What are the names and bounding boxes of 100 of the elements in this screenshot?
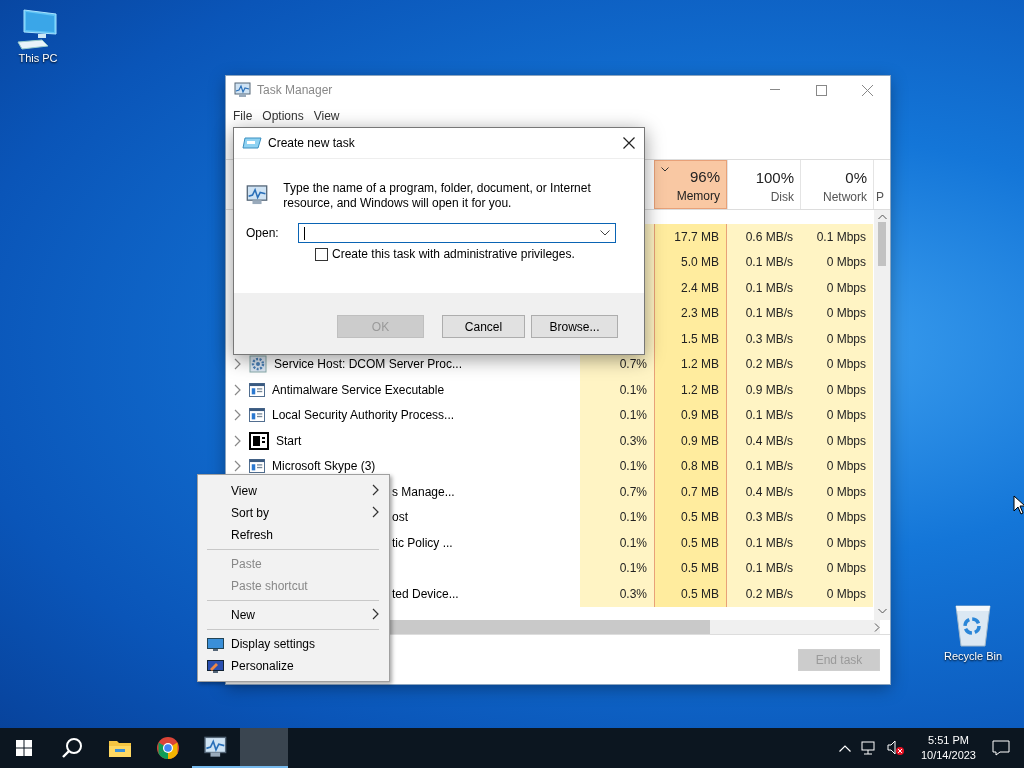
process-name: Antimalware Service Executable — [272, 382, 445, 397]
table-cell: 0 Mbps — [800, 275, 873, 301]
table-cell: 0 Mbps — [800, 453, 873, 479]
table-cell: 0.1% — [580, 402, 654, 428]
column-header[interactable]: P — [873, 160, 890, 209]
table-cell: 0.9 MB — [654, 428, 727, 454]
clock[interactable]: 5:51 PM 10/14/2023 — [920, 733, 976, 763]
chevron-right-icon — [372, 483, 379, 496]
expand-icon — [234, 409, 241, 422]
maximize-icon[interactable] — [815, 84, 827, 96]
table-cell: 2.3 MB — [654, 300, 727, 326]
menu-item[interactable]: View — [308, 109, 345, 123]
chevron-right-icon — [372, 607, 379, 620]
table-cell: 0.5 MB — [654, 581, 727, 607]
desktop-icon-label: Recycle Bin — [943, 650, 1003, 662]
menu-item[interactable]: View — [198, 480, 389, 502]
table-cell: 0 Mbps — [800, 479, 873, 505]
menu-item[interactable]: New — [198, 604, 389, 626]
sort-caret-icon — [661, 167, 669, 172]
table-cell: 1.2 MB — [654, 377, 727, 403]
menu-item[interactable]: Options — [257, 109, 309, 123]
window-icon — [249, 431, 269, 450]
column-header[interactable]: 0% Network — [800, 160, 873, 209]
window-icon — [249, 459, 265, 474]
expand-icon — [234, 383, 241, 396]
menu-item[interactable]: Personalize — [198, 655, 389, 677]
table-cell: 0.1% — [580, 453, 654, 479]
table-cell: 0.3% — [580, 581, 654, 607]
computer-icon[interactable] — [16, 8, 60, 50]
vertical-scrollbar[interactable] — [874, 210, 890, 620]
recycle-bin-icon[interactable] — [953, 602, 993, 648]
table-cell: 0 Mbps — [800, 326, 873, 352]
search-icon — [61, 737, 83, 759]
table-cell: 1.5 MB — [654, 326, 727, 352]
menu-item[interactable]: File — [228, 109, 258, 123]
expand-icon — [234, 434, 241, 447]
table-cell: 0.1% — [580, 377, 654, 403]
table-cell: 0.1 MB/s — [727, 530, 800, 556]
table-cell: 0.1% — [580, 555, 654, 581]
table-cell: 0.1 MB/s — [727, 402, 800, 428]
notification-icon[interactable] — [992, 740, 1010, 756]
table-cell: 0.1% — [580, 504, 654, 530]
table-cell: 0 Mbps — [800, 504, 873, 530]
table-cell: 0.5 MB — [654, 555, 727, 581]
table-cell: 0.9 MB/s — [727, 377, 800, 403]
column-header[interactable]: 96% Memory — [654, 160, 727, 209]
dropdown-icon[interactable] — [600, 230, 610, 236]
table-cell: 0 Mbps — [800, 555, 873, 581]
table-cell: 0 Mbps — [800, 377, 873, 403]
table-cell: 0.4 MB/s — [727, 479, 800, 505]
menu-item[interactable]: Sort by — [198, 502, 389, 524]
table-cell: 0.5 MB — [654, 504, 727, 530]
table-cell: 0.4 MB/s — [727, 428, 800, 454]
table-cell: 0.5 MB — [654, 530, 727, 556]
table-cell: 0.2 MB/s — [727, 351, 800, 377]
expand-icon — [234, 460, 241, 473]
table-cell: 0.3 MB/s — [727, 326, 800, 352]
table-cell: 0.1 Mbps — [800, 224, 873, 250]
table-cell: 0.9 MB — [654, 402, 727, 428]
table-cell: 0 Mbps — [800, 249, 873, 275]
process-name: Local Security Authority Process... — [272, 408, 455, 423]
process-name: s Manage... — [392, 484, 455, 499]
task-manager-icon — [203, 736, 229, 758]
table-cell: 0 Mbps — [800, 351, 873, 377]
menu-item[interactable]: Refresh — [198, 524, 389, 546]
windows-logo-icon — [16, 740, 32, 756]
window-title: Task Manager — [257, 83, 333, 97]
chevron-right-icon — [372, 505, 379, 518]
chevron-up-icon[interactable] — [838, 744, 851, 752]
menu-item[interactable]: Display settings — [198, 633, 389, 655]
run-icon — [242, 136, 262, 150]
scrollbar-thumb[interactable] — [878, 222, 886, 266]
window-icon — [249, 382, 265, 397]
table-cell: 0.3 MB/s — [727, 504, 800, 530]
minimize-icon[interactable] — [770, 89, 780, 91]
window-icon — [249, 408, 265, 423]
table-cell: 0 Mbps — [800, 581, 873, 607]
table-cell: 0 Mbps — [800, 300, 873, 326]
dialog-button[interactable]: Cancel — [442, 315, 525, 338]
table-cell: 0 Mbps — [800, 530, 873, 556]
process-name: tic Policy ... — [392, 535, 453, 550]
checkbox[interactable] — [315, 247, 328, 261]
open-field[interactable] — [298, 223, 616, 243]
table-cell: 0.7% — [580, 479, 654, 505]
speaker-muted-icon[interactable] — [886, 740, 905, 756]
table-cell: 0.7 MB — [654, 479, 727, 505]
dialog-message: Type the name of a program, folder, document, or Internet resource, and Windows will open it for you. — [283, 181, 592, 211]
table-cell: 17.7 MB — [654, 224, 727, 250]
folder-icon — [108, 738, 132, 758]
process-name: ost — [392, 510, 408, 525]
column-header[interactable]: 100% Disk — [727, 160, 800, 209]
table-cell: 0.1% — [580, 530, 654, 556]
dialog-button[interactable]: Browse... — [531, 315, 618, 338]
network-icon[interactable] — [860, 741, 877, 755]
table-cell: 0.8 MB — [654, 453, 727, 479]
table-cell: 0.1 MB/s — [727, 249, 800, 275]
monitor-icon — [207, 637, 224, 651]
checkbox-label: Create this task with administrative privileges. — [332, 247, 575, 261]
table-cell: 1.2 MB — [654, 351, 727, 377]
close-icon[interactable] — [623, 137, 635, 149]
